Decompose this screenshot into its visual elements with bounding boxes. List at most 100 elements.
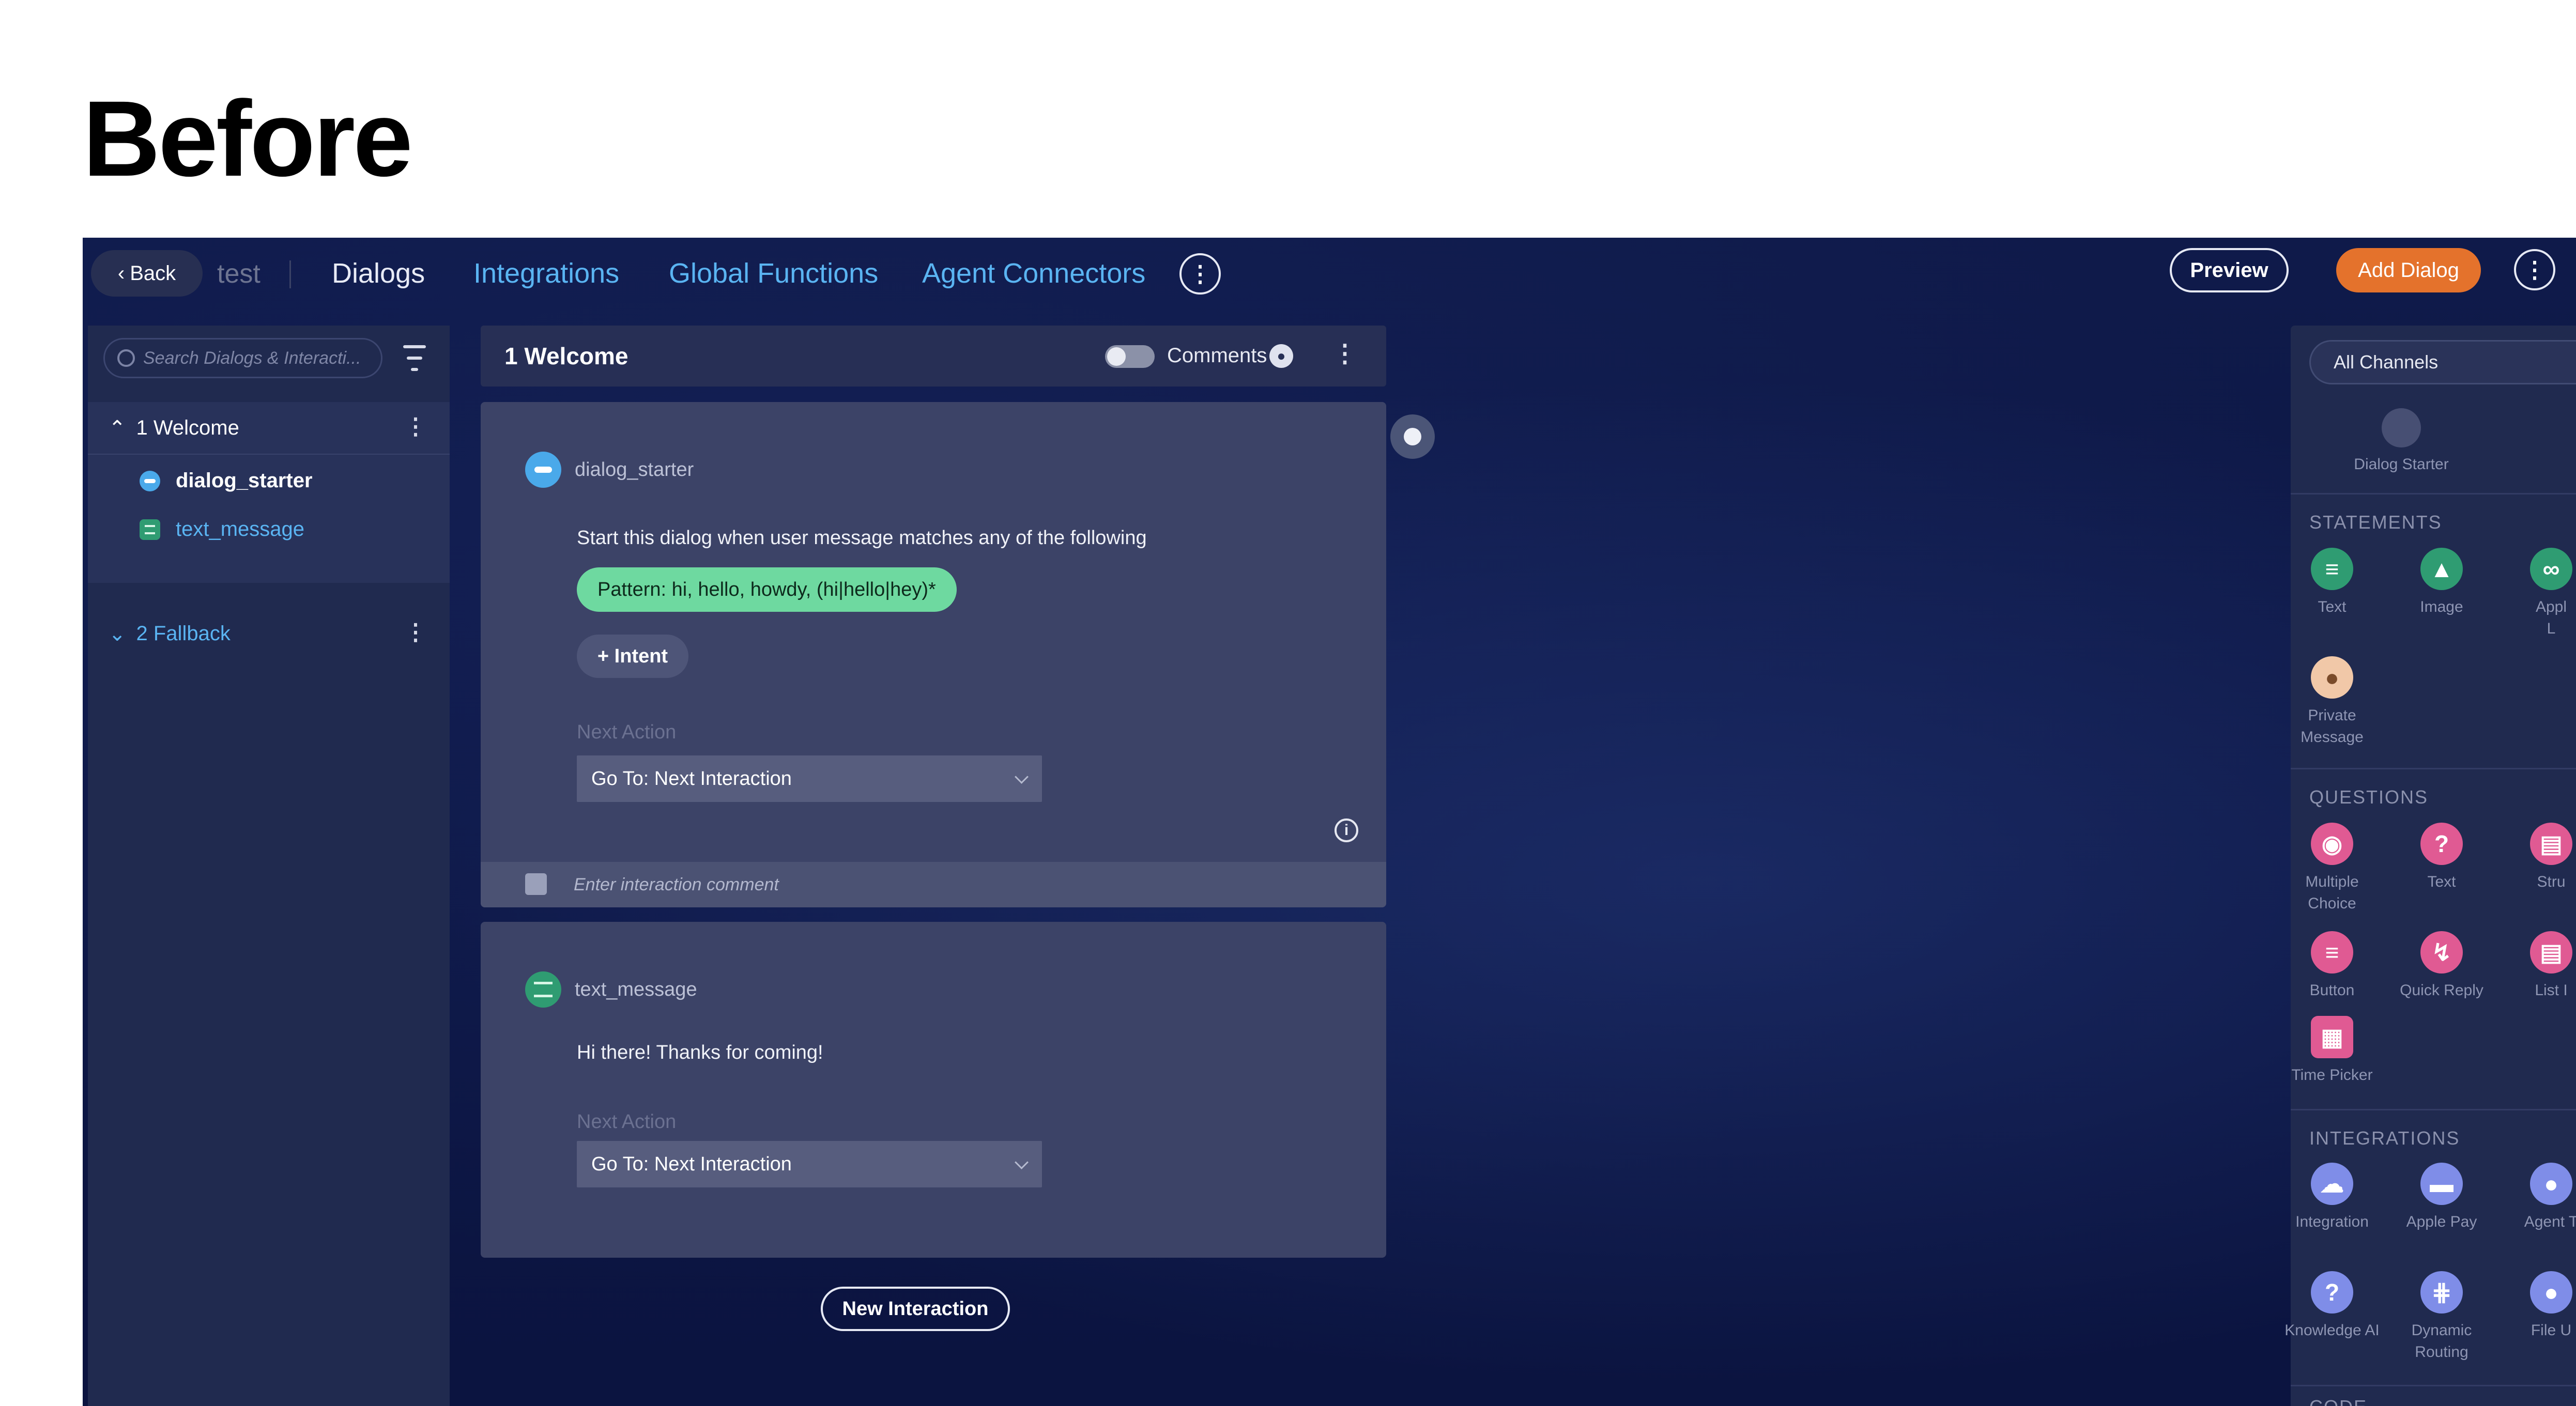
- interaction-comment-input[interactable]: [573, 872, 1040, 897]
- palette-image-statement[interactable]: ▲ Image: [2390, 548, 2493, 618]
- more-options-button[interactable]: ⋮: [1179, 253, 1221, 295]
- list-item-text-message[interactable]: text_message: [140, 518, 304, 541]
- image-icon: ▲: [2420, 548, 2463, 590]
- tab-integrations[interactable]: Integrations: [473, 257, 619, 289]
- tab-dialogs[interactable]: Dialogs: [332, 257, 425, 289]
- add-dialog-button[interactable]: Add Dialog: [2336, 248, 2481, 292]
- lock-bubble-icon: ●: [2311, 656, 2353, 699]
- kebab-icon: ⋮: [2523, 257, 2546, 283]
- page-heading: Before: [83, 79, 413, 199]
- chat-bubble-icon: [525, 452, 561, 488]
- cloud-icon: ☁: [2311, 1163, 2353, 1205]
- section-code: CODE: [2309, 1396, 2367, 1406]
- dialog-menu-icon[interactable]: ⋮: [404, 413, 427, 440]
- chat-bubble-icon: [2382, 408, 2421, 447]
- dialog-title: 1 Welcome: [504, 343, 628, 369]
- link-icon: ∞: [2530, 548, 2572, 590]
- palette-integration[interactable]: ☁ Integration: [2280, 1163, 2384, 1233]
- dialog-header: 1 Welcome Comments ● ⋮: [481, 326, 1386, 387]
- chevron-up-icon: ⌃: [109, 417, 126, 440]
- comments-toggle[interactable]: [1105, 345, 1155, 368]
- palette-time-picker[interactable]: ▦ Time Picker: [2280, 1016, 2384, 1086]
- add-intent-button[interactable]: + Intent: [577, 635, 688, 678]
- comments-label: Comments: [1167, 344, 1267, 367]
- channel-select[interactable]: All Channels: [2309, 340, 2576, 384]
- select-value: Go To: Next Interaction: [591, 1153, 792, 1175]
- button-list-icon: ≡: [2311, 931, 2353, 974]
- search-input[interactable]: [142, 347, 372, 369]
- card-icon: ▤: [2530, 823, 2572, 865]
- section-statements: STATEMENTS: [2309, 512, 2442, 533]
- calendar-icon: ▦: [2311, 1016, 2353, 1058]
- section-questions: QUESTIONS: [2309, 786, 2429, 808]
- interaction-text: Hi there! Thanks for coming!: [577, 1042, 823, 1063]
- tab-global-functions[interactable]: Global Functions: [669, 257, 878, 289]
- dialog-fallback-header[interactable]: ⌄ 2 Fallback: [109, 622, 231, 646]
- text-lines-icon: [525, 971, 561, 1008]
- dialog-label: 1 Welcome: [136, 416, 239, 439]
- section-integrations: INTEGRATIONS: [2309, 1127, 2460, 1149]
- filter-icon[interactable]: [403, 345, 426, 371]
- palette-button-question[interactable]: ≡ Button: [2280, 931, 2384, 1001]
- palette-private-message[interactable]: ● Private Message: [2280, 656, 2384, 748]
- search-icon: [117, 349, 135, 367]
- divider: [2291, 1109, 2576, 1110]
- dialog-menu-icon[interactable]: ⋮: [404, 619, 427, 645]
- select-value: Go To: Next Interaction: [591, 767, 792, 790]
- palette-text-question[interactable]: ? Text: [2390, 823, 2493, 893]
- interaction-card-dialog-starter[interactable]: dialog_starter Start this dialog when us…: [481, 402, 1386, 907]
- palette-dynamic-routing[interactable]: ⋕ Dynamic Routing: [2390, 1271, 2493, 1363]
- divider: [2291, 1385, 2576, 1386]
- interaction-card-text-message[interactable]: text_message Hi there! Thanks for coming…: [481, 922, 1386, 1258]
- interaction-palette: All Channels Dialog Starter STATEMENTS ≡…: [2284, 326, 2576, 1406]
- next-action-label: Next Action: [577, 721, 677, 743]
- item-label: text_message: [176, 518, 305, 540]
- search-box[interactable]: [103, 338, 382, 378]
- next-action-select[interactable]: Go To: Next Interaction: [577, 755, 1042, 802]
- palette-quick-reply[interactable]: ↯ Quick Reply: [2390, 931, 2493, 1001]
- kebab-icon: ⋮: [1189, 261, 1212, 287]
- new-interaction-button[interactable]: New Interaction: [821, 1287, 1010, 1331]
- bot-builder-app: ‹ Back test Dialogs Integrations Global …: [83, 238, 2576, 1406]
- top-navigation-bar: ‹ Back test Dialogs Integrations Global …: [83, 238, 2576, 310]
- dialogs-sidebar: ⌃ 1 Welcome ⋮ dialog_starter text_messag…: [88, 326, 450, 1406]
- preview-button[interactable]: Preview: [2170, 248, 2289, 292]
- palette-list-picker[interactable]: ▤ List I: [2500, 931, 2576, 1001]
- dialog-menu-icon[interactable]: ⋮: [1332, 339, 1357, 368]
- file-icon: ●: [2530, 1271, 2572, 1314]
- lightbulb-icon[interactable]: [1390, 414, 1435, 459]
- palette-applink-statement[interactable]: ∞ Appl L: [2500, 548, 2576, 640]
- interaction-name: dialog_starter: [575, 459, 694, 481]
- palette-knowledge-ai[interactable]: ? Knowledge AI: [2280, 1271, 2384, 1341]
- list-item-dialog-starter[interactable]: dialog_starter: [140, 469, 313, 492]
- comment-icon: [525, 873, 547, 895]
- dialog-label: 2 Fallback: [136, 622, 231, 645]
- back-button[interactable]: ‹ Back: [91, 250, 203, 297]
- list-icon: ▤: [2530, 931, 2572, 974]
- dialog-welcome-header[interactable]: ⌃ 1 Welcome: [109, 416, 239, 440]
- item-label: dialog_starter: [176, 469, 313, 492]
- palette-file-upload[interactable]: ● File U: [2500, 1271, 2576, 1341]
- info-icon[interactable]: i: [1335, 818, 1358, 842]
- tab-agent-connectors[interactable]: Agent Connectors: [922, 257, 1145, 289]
- palette-structured-question[interactable]: ▤ Stru: [2500, 823, 2576, 893]
- bot-options-button[interactable]: ⋮: [2514, 249, 2555, 290]
- chat-bubble-icon: [140, 470, 160, 491]
- divider: [88, 454, 450, 455]
- palette-agent-transfer[interactable]: ● Agent T: [2500, 1163, 2576, 1233]
- palette-text-statement[interactable]: ≡ Text: [2280, 548, 2384, 618]
- palette-apple-pay[interactable]: ▬ Apple Pay: [2390, 1163, 2493, 1233]
- knowledge-icon: ?: [2311, 1271, 2353, 1314]
- chevron-down-icon: [1015, 1155, 1029, 1169]
- palette-multiple-choice[interactable]: ◉ Multiple Choice: [2280, 823, 2384, 915]
- interaction-text: Start this dialog when user message matc…: [577, 527, 1147, 549]
- user-face-icon[interactable]: ●: [1269, 344, 1293, 368]
- palette-dialog-starter[interactable]: Dialog Starter: [2350, 408, 2453, 475]
- lightning-icon: ↯: [2420, 931, 2463, 974]
- pattern-chip[interactable]: Pattern: hi, hello, howdy, (hi|hello|hey…: [577, 567, 957, 612]
- next-action-select[interactable]: Go To: Next Interaction: [577, 1141, 1042, 1187]
- routing-icon: ⋕: [2420, 1271, 2463, 1314]
- back-label: Back: [130, 261, 176, 285]
- comment-bar: [481, 862, 1386, 907]
- text-lines-icon: ≡: [2311, 548, 2353, 590]
